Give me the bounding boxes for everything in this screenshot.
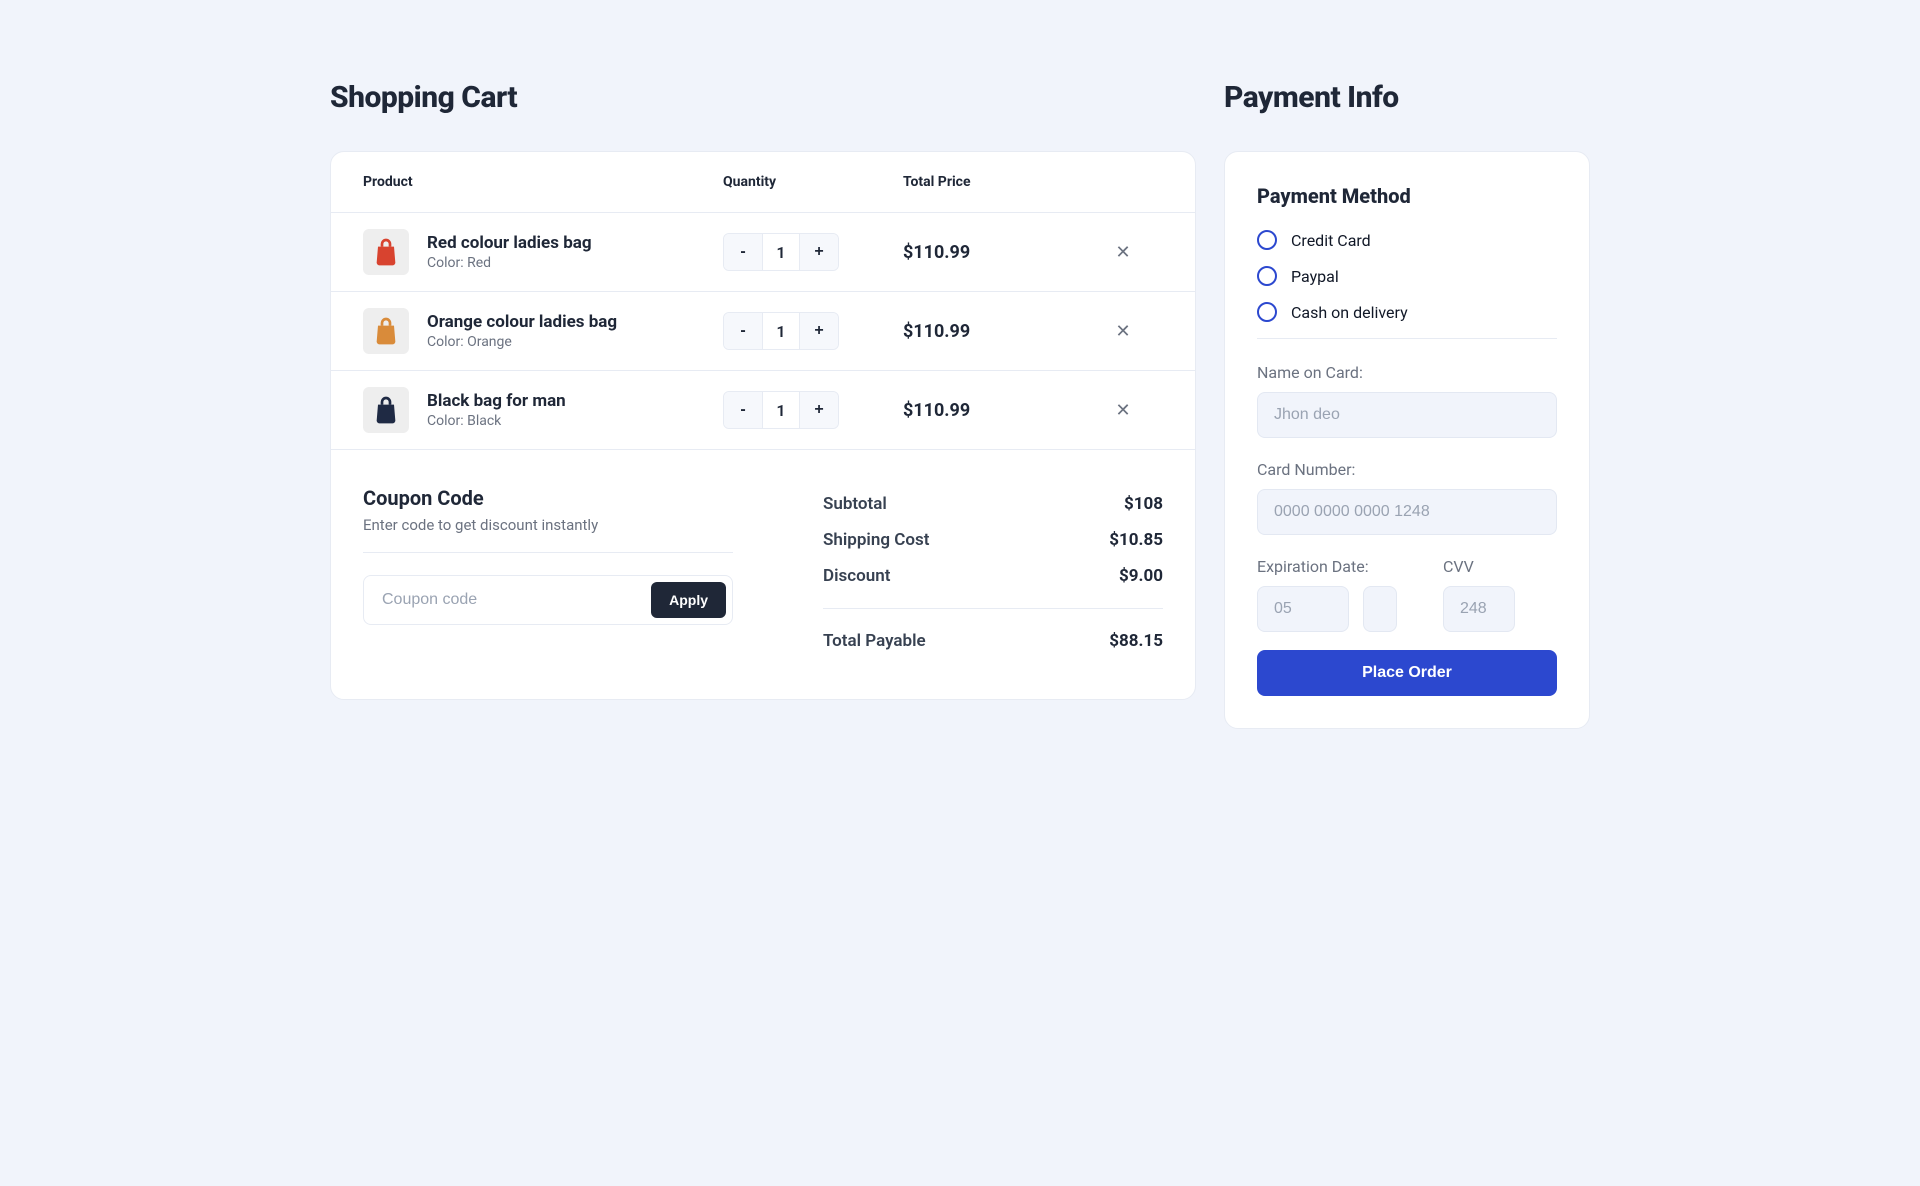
- product-name: Black bag for man: [427, 391, 566, 411]
- discount-value: $9.00: [1119, 566, 1163, 586]
- apply-button[interactable]: Apply: [651, 582, 726, 618]
- cart-row: Orange colour ladies bag Color: Orange -1+…: [331, 292, 1195, 371]
- coupon-input[interactable]: [382, 591, 651, 609]
- qty-increase-button[interactable]: +: [800, 234, 838, 270]
- qty-decrease-button[interactable]: -: [724, 313, 762, 349]
- product-name: Orange colour ladies bag: [427, 312, 617, 332]
- product-variant: Color: Orange: [427, 334, 617, 350]
- totals-section: Subtotal $108 Shipping Cost $10.85 Disco…: [823, 486, 1163, 659]
- header-quantity: Quantity: [723, 174, 903, 190]
- qty-decrease-button[interactable]: -: [724, 392, 762, 428]
- line-price: $110.99: [903, 242, 1083, 263]
- cart-card: Product Quantity Total Price Red colour …: [330, 151, 1196, 700]
- line-price: $110.99: [903, 400, 1083, 421]
- radio-icon: [1257, 266, 1277, 286]
- line-price: $110.99: [903, 321, 1083, 342]
- radio-icon: [1257, 230, 1277, 250]
- remove-item-button[interactable]: ✕: [1083, 242, 1163, 263]
- product-thumbnail: [363, 308, 409, 354]
- exp-month-input[interactable]: [1257, 586, 1349, 632]
- remove-item-button[interactable]: ✕: [1083, 400, 1163, 421]
- subtotal-value: $108: [1124, 494, 1163, 514]
- remove-item-button[interactable]: ✕: [1083, 321, 1163, 342]
- payment-method-title: Payment Method: [1257, 184, 1557, 208]
- payment-method-option[interactable]: Credit Card: [1257, 230, 1557, 250]
- shipping-label: Shipping Cost: [823, 530, 929, 550]
- coupon-section: Coupon Code Enter code to get discount i…: [363, 486, 733, 659]
- payment-method-label: Cash on delivery: [1291, 303, 1408, 322]
- discount-label: Discount: [823, 566, 890, 586]
- card-number-label: Card Number:: [1257, 460, 1557, 479]
- qty-value: 1: [762, 234, 800, 270]
- product-thumbnail: [363, 229, 409, 275]
- qty-increase-button[interactable]: +: [800, 313, 838, 349]
- cart-table-header: Product Quantity Total Price: [331, 152, 1195, 213]
- place-order-button[interactable]: Place Order: [1257, 650, 1557, 696]
- payment-card: Payment Method Credit Card Paypal Cash on …: [1224, 151, 1590, 729]
- cvv-input[interactable]: [1443, 586, 1515, 632]
- coupon-input-group: Apply: [363, 575, 733, 625]
- page-title: Shopping Cart: [330, 80, 1196, 115]
- payment-method-label: Paypal: [1291, 267, 1339, 286]
- expiration-label: Expiration Date:: [1257, 557, 1397, 576]
- qty-value: 1: [762, 313, 800, 349]
- card-number-input[interactable]: [1257, 489, 1557, 535]
- payment-method-option[interactable]: Cash on delivery: [1257, 302, 1557, 322]
- product-name: Red colour ladies bag: [427, 233, 592, 253]
- payable-label: Total Payable: [823, 631, 926, 651]
- close-icon: ✕: [1115, 242, 1130, 263]
- header-product: Product: [363, 174, 723, 190]
- qty-value: 1: [762, 392, 800, 428]
- payment-method-label: Credit Card: [1291, 231, 1371, 250]
- shipping-value: $10.85: [1109, 530, 1163, 550]
- cart-row: Red colour ladies bag Color: Red -1+ $110.9…: [331, 213, 1195, 292]
- product-variant: Color: Black: [427, 413, 566, 429]
- close-icon: ✕: [1115, 400, 1130, 421]
- product-thumbnail: [363, 387, 409, 433]
- quantity-stepper: -1+: [723, 391, 839, 429]
- cart-row: Black bag for man Color: Black -1+ $110.99 ✕: [331, 371, 1195, 450]
- coupon-title: Coupon Code: [363, 486, 733, 510]
- exp-year-input[interactable]: [1363, 586, 1397, 632]
- qty-decrease-button[interactable]: -: [724, 234, 762, 270]
- payment-divider: [1257, 338, 1557, 339]
- qty-increase-button[interactable]: +: [800, 392, 838, 428]
- header-total: Total Price: [903, 174, 1083, 190]
- payment-method-option[interactable]: Paypal: [1257, 266, 1557, 286]
- cvv-label: CVV: [1443, 557, 1557, 576]
- coupon-divider: [363, 552, 733, 553]
- coupon-subtitle: Enter code to get discount instantly: [363, 516, 733, 534]
- quantity-stepper: -1+: [723, 312, 839, 350]
- subtotal-label: Subtotal: [823, 494, 887, 514]
- name-on-card-input[interactable]: [1257, 392, 1557, 438]
- totals-divider: [823, 608, 1163, 609]
- quantity-stepper: -1+: [723, 233, 839, 271]
- payment-title: Payment Info: [1224, 80, 1590, 115]
- close-icon: ✕: [1115, 321, 1130, 342]
- payable-value: $88.15: [1109, 631, 1163, 651]
- product-variant: Color: Red: [427, 255, 592, 271]
- name-on-card-label: Name on Card:: [1257, 363, 1557, 382]
- radio-icon: [1257, 302, 1277, 322]
